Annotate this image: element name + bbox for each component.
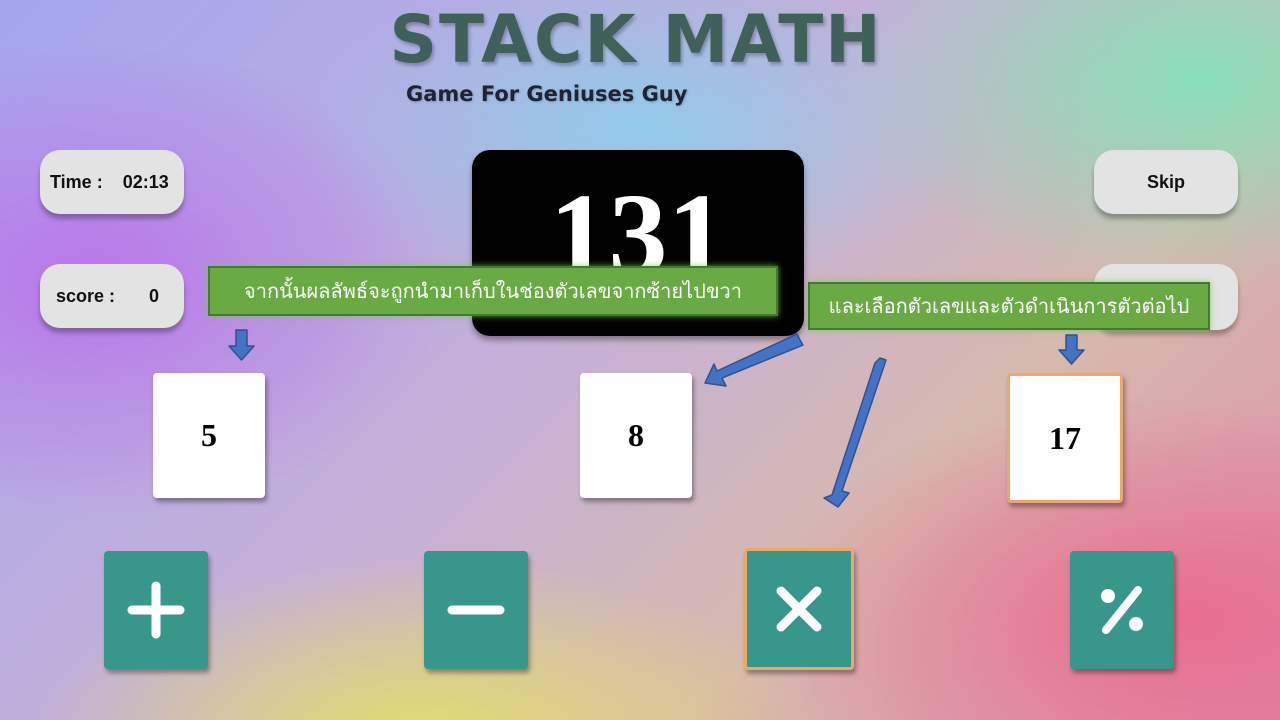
- minus-icon: [447, 605, 505, 615]
- skip-button[interactable]: Skip: [1094, 150, 1238, 214]
- time-label: Time :: [50, 171, 103, 192]
- minus-button[interactable]: [424, 551, 528, 669]
- number-card-2[interactable]: 8: [580, 373, 692, 498]
- timer-display: Time : 02:13: [40, 150, 184, 214]
- select-next-note-text: และเลือกตัวเลขและตัวดำเนินการตัวต่อไป: [828, 294, 1190, 318]
- down-arrow-card-1: [228, 329, 255, 361]
- number-card-3-value: 17: [1049, 419, 1081, 456]
- score-value: 0: [149, 285, 160, 306]
- score-label: score :: [56, 285, 116, 306]
- arrow-to-operator: [823, 357, 887, 508]
- plus-button[interactable]: [104, 551, 208, 669]
- multiply-button-selected[interactable]: [744, 548, 854, 670]
- result-storage-note-text: จากนั้นผลลัพธ์จะถูกนำมาเก็บในช่องตัวเลขจ…: [244, 279, 742, 303]
- down-arrow-card-3: [1058, 334, 1085, 365]
- score-display: score : 0: [40, 264, 184, 328]
- game-title: STACK MATH: [389, 1, 883, 78]
- number-card-3-selected[interactable]: 17: [1007, 373, 1123, 503]
- percent-button[interactable]: [1070, 551, 1174, 669]
- result-storage-note: จากนั้นผลลัพธ์จะถูกนำมาเก็บในช่องตัวเลขจ…: [208, 266, 778, 316]
- number-card-1[interactable]: 5: [153, 373, 265, 498]
- time-value: 02:13: [122, 171, 169, 192]
- percent-icon: [1101, 586, 1143, 634]
- select-next-note: และเลือกตัวเลขและตัวดำเนินการตัวต่อไป: [808, 282, 1210, 330]
- arrow-to-card-2: [704, 333, 804, 387]
- skip-button-label: Skip: [1146, 171, 1185, 192]
- game-subtitle: Game For Geniuses Guy: [406, 82, 688, 106]
- number-card-2-value: 8: [628, 417, 644, 453]
- number-card-1-value: 5: [201, 417, 217, 453]
- times-icon: [776, 586, 822, 632]
- plus-icon: [127, 581, 185, 639]
